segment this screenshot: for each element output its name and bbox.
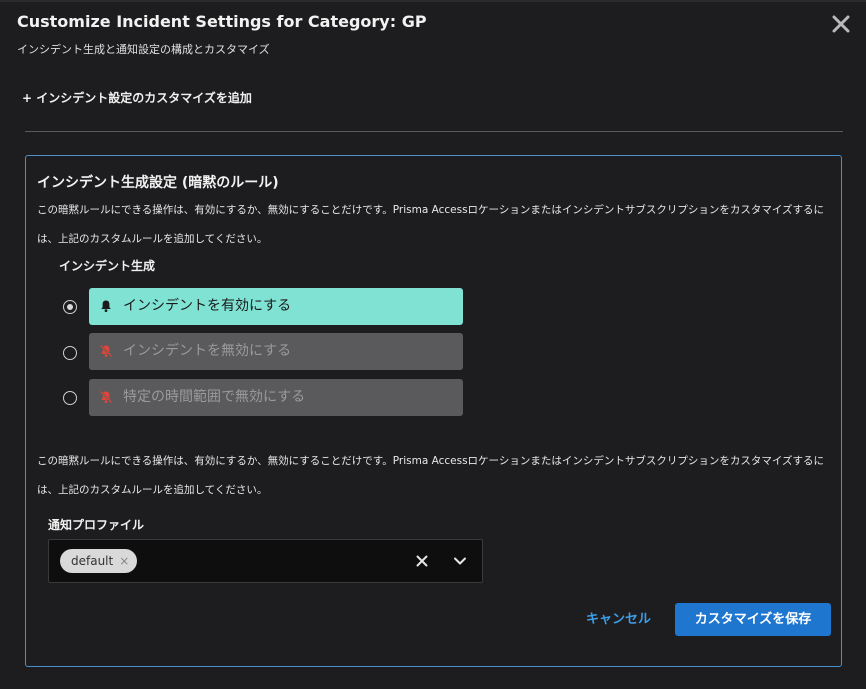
remove-tag-icon[interactable]: × — [119, 554, 129, 568]
notification-profile-select[interactable]: default × — [48, 539, 483, 583]
radio-disable-time-range[interactable] — [63, 391, 77, 405]
incident-generation-panel: インシデント生成設定 (暗黙のルール) この暗黙ルールにできる操作は、有効にする… — [25, 155, 842, 667]
save-customization-button[interactable]: カスタマイズを保存 — [675, 603, 831, 636]
close-button[interactable] — [828, 10, 854, 38]
bell-icon — [101, 300, 111, 312]
bell-off-icon — [99, 344, 113, 358]
panel-description-2: この暗黙ルールにできる操作は、有効にするか、無効にすることだけです。Prisma… — [37, 455, 825, 496]
dialog-subtitle: インシデント生成と通知設定の構成とカスタマイズ — [17, 43, 270, 56]
radio-disable-incidents[interactable] — [63, 346, 77, 360]
cancel-button[interactable]: キャンセル — [586, 605, 651, 635]
option-label: インシデントを有効にする — [123, 298, 292, 314]
profile-tag: default × — [60, 549, 138, 573]
option-enable-incidents[interactable]: インシデントを有効にする — [89, 288, 463, 325]
radio-enable-incidents[interactable] — [63, 300, 77, 314]
add-customization-link[interactable]: + インシデント設定のカスタマイズを追加 — [22, 89, 252, 106]
option-disable-incidents[interactable]: インシデントを無効にする — [89, 333, 463, 370]
incident-generation-label: インシデント生成 — [59, 259, 156, 273]
close-icon — [832, 15, 850, 33]
dialog-title: Customize Incident Settings for Category… — [17, 12, 427, 31]
option-label: インシデントを無効にする — [123, 343, 292, 359]
top-edge — [0, 0, 866, 2]
notification-profile-label: 通知プロファイル — [48, 518, 145, 532]
profile-tag-label: default — [71, 554, 114, 568]
divider — [25, 131, 843, 132]
option-disable-time-range[interactable]: 特定の時間範囲で無効にする — [89, 379, 463, 416]
bell-off-icon — [99, 390, 113, 404]
chevron-down-icon[interactable] — [453, 555, 467, 567]
panel-description: この暗黙ルールにできる操作は、有効にするか、無効にすることだけです。Prisma… — [37, 204, 825, 245]
panel-title: インシデント生成設定 (暗黙のルール) — [37, 175, 279, 191]
option-label: 特定の時間範囲で無効にする — [123, 389, 306, 405]
clear-icon[interactable] — [415, 554, 429, 568]
